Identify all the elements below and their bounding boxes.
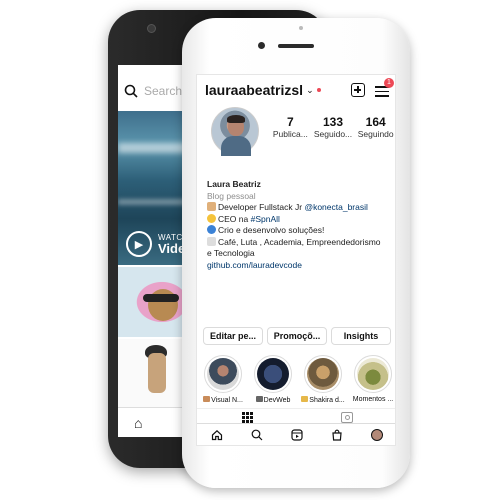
toy-body [148,353,166,393]
profile-avatar-icon[interactable] [371,428,383,441]
promotions-button[interactable]: Promoçõ... [267,327,327,345]
front-speaker [278,44,314,48]
notification-badge: 1 [384,78,394,88]
insights-button[interactable]: Insights [331,327,391,345]
profile-category: Blog pessoal [207,190,256,201]
highlight-cover [307,358,339,390]
stat-following[interactable]: 164 Seguindo [354,115,395,139]
plus-square-icon[interactable] [351,83,365,97]
blue-circle-emoji-icon [207,225,216,234]
highlight-cover [357,358,389,390]
front-phone: lauraabeatrizsl ⌄ 1 7 Publica... 133 Seg… [182,18,410,488]
highlight-item[interactable]: Visual N... [199,355,247,404]
unread-dot [316,88,321,92]
profile-header: lauraabeatrizsl ⌄ 1 [197,75,395,105]
grid-icon [241,411,253,423]
website-link[interactable]: github.com/lauradevcode [207,260,395,272]
device-mockup: Search ▶ WATCH Video ⌂ lauraabeatrizsl ⌄… [0,0,500,500]
play-icon: ▶ [126,231,152,257]
home-icon[interactable]: ⌂ [134,415,142,431]
coffee-emoji-icon [207,236,216,246]
profile-bio: Laura Beatriz Blog pessoal Developer Ful… [207,179,395,271]
search-icon [124,84,138,98]
home-icon[interactable] [211,429,223,441]
bio-line-5: e Tecnologia [207,248,255,258]
laptop-emoji-icon [255,396,263,402]
highlight-item[interactable]: Momentos ... [349,355,395,404]
highlight-cover [207,358,239,390]
highlight-cover [257,358,289,390]
highlight-item[interactable]: Shakira d... [299,355,347,404]
hashtag-link[interactable]: #SpnAll [251,214,280,224]
back-camera [147,24,156,33]
display-name: Laura Beatriz [207,179,261,189]
story-highlights: Visual N... DevWeb Shakira d... Momentos… [199,355,395,404]
bio-line-3: Crio e desenvolvo soluções! [207,225,395,237]
username[interactable]: lauraabeatrizsl [205,82,303,98]
sunglasses-image [143,294,179,302]
tagged-icon [341,412,353,423]
hamburger-menu-icon[interactable]: 1 [375,78,394,97]
profile-avatar[interactable] [211,107,259,156]
shop-icon[interactable] [331,429,343,441]
stat-followers[interactable]: 133 Seguido... [312,115,355,139]
profile-stats: 7 Publica... 133 Seguido... 164 Seguindo [269,115,395,139]
mention-link[interactable]: @konecta_brasil [304,202,367,212]
profile-actions: Editar pe... Promoçõ... Insights [203,327,391,345]
dance-emoji-icon [301,396,309,402]
reels-icon[interactable] [291,428,303,441]
edit-profile-button[interactable]: Editar pe... [203,327,263,345]
front-sensor [299,26,303,30]
bio-line-4: Café, Luta , Academia, Empreendedorismo [207,236,395,249]
lightbulb-emoji-icon [207,213,216,223]
developer-emoji-icon [207,202,216,211]
bottom-nav [197,423,395,445]
stat-posts[interactable]: 7 Publica... [269,115,312,139]
chevron-down-icon[interactable]: ⌄ [306,85,314,96]
bio-line-1: Developer Fullstack Jr @konecta_brasil [207,202,395,214]
search-icon[interactable] [251,429,263,441]
person-emoji-icon [203,396,211,402]
search-placeholder: Search [144,84,183,98]
front-camera [258,42,265,49]
instagram-profile-screen: lauraabeatrizsl ⌄ 1 7 Publica... 133 Seg… [196,74,396,446]
bio-line-2: CEO na #SpnAll [207,213,395,226]
highlight-item[interactable]: DevWeb [249,355,297,404]
